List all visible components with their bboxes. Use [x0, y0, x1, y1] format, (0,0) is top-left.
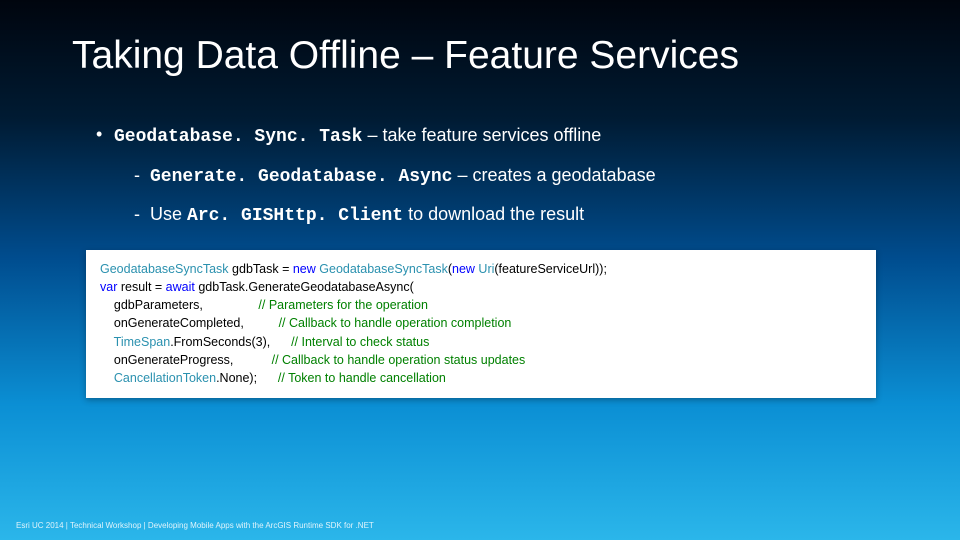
bullet-1b-pre: Use [150, 204, 187, 224]
bullet-list: Geodatabase. Sync. Task – take feature s… [96, 120, 656, 232]
bullet-1a: Generate. Geodatabase. Async – creates a… [134, 161, 656, 193]
bullet-1b: Use Arc. GISHttp. Client to download the… [134, 200, 656, 232]
slide-title: Taking Data Offline – Feature Services [72, 34, 739, 78]
bullet-1-text: – take feature services offline [362, 125, 601, 145]
bullet-1b-text: to download the result [403, 204, 584, 224]
bullet-1b-code: Arc. GISHttp. Client [187, 206, 403, 226]
code-block: GeodatabaseSyncTask gdbTask = new Geodat… [86, 250, 876, 398]
bullet-1a-code: Generate. Geodatabase. Async [150, 167, 452, 187]
bullet-1-code: Geodatabase. Sync. Task [114, 127, 362, 147]
bullet-1a-text: – creates a geodatabase [452, 165, 655, 185]
bullet-1: Geodatabase. Sync. Task – take feature s… [96, 120, 656, 153]
footer-text: Esri UC 2014 | Technical Workshop | Deve… [16, 521, 374, 530]
